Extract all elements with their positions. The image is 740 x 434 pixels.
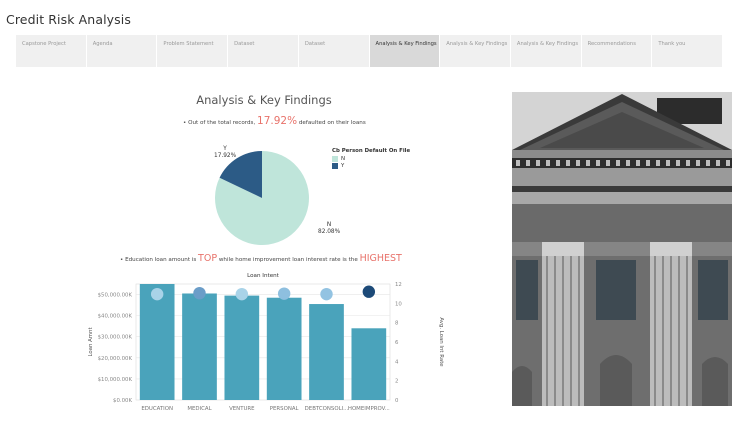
pie-slices bbox=[214, 151, 309, 245]
bar-debtconsoli[interactable] bbox=[309, 304, 344, 400]
legend-item-y[interactable]: Y bbox=[332, 163, 410, 169]
pie-label-y-pct: 17.92% bbox=[214, 153, 237, 159]
y-tick-label: $10,000.00K bbox=[98, 377, 133, 383]
building-photo bbox=[512, 92, 732, 406]
tab-problem-statement[interactable]: Problem Statement bbox=[157, 35, 228, 67]
tab-analysis-key-findings-1[interactable]: Analysis & Key Findings bbox=[369, 35, 440, 67]
x-tick-label: DEBTCONSOLI... bbox=[305, 406, 349, 412]
tab-dataset-2[interactable]: Dataset bbox=[298, 35, 369, 67]
y-tick-label: $50,000.00K bbox=[98, 293, 133, 299]
note2-before: • Education loan amount is bbox=[120, 257, 199, 263]
bar-education[interactable] bbox=[139, 284, 175, 400]
x-tick-label: EDUCATION bbox=[141, 406, 173, 412]
rate-marker[interactable] bbox=[150, 287, 164, 301]
loan-intent-note: • Education loan amount is TOP while hom… bbox=[120, 253, 402, 264]
y2-tick-label: 10 bbox=[395, 301, 402, 307]
pie-label-y: Y 17.92% bbox=[214, 146, 236, 160]
pie-legend: Cb Person Default On File N Y bbox=[332, 148, 410, 170]
rate-marker[interactable] bbox=[277, 287, 291, 300]
note1-before: • Out of the total records, bbox=[183, 120, 258, 126]
legend-label-n: N bbox=[341, 156, 346, 162]
bar-chart-marks: Loan Intent $0.00K $10,000.00K $20,000.00K $… bbox=[88, 273, 444, 412]
pie-label-n-pct: 82.08% bbox=[318, 229, 341, 235]
bar-personal[interactable] bbox=[266, 297, 302, 400]
rate-marker[interactable] bbox=[193, 286, 206, 300]
legend-swatch-n bbox=[332, 156, 338, 162]
tab-agenda[interactable]: Agenda bbox=[86, 35, 157, 67]
legend-label-y: Y bbox=[341, 163, 345, 169]
rate-marker[interactable] bbox=[362, 285, 376, 298]
legend-item-n[interactable]: N bbox=[332, 156, 410, 162]
y-tick-label: $40,000.00K bbox=[98, 314, 133, 320]
y2-tick-label: 8 bbox=[395, 321, 399, 327]
story-tab-bar: Capstone Project Agenda Problem Statemen… bbox=[16, 35, 723, 67]
pie-label-n: N 82.08% bbox=[318, 222, 340, 236]
note1-highlight: 17.92% bbox=[257, 115, 298, 127]
x-tick-label: VENTURE bbox=[229, 406, 255, 412]
bar-venture[interactable] bbox=[224, 295, 260, 400]
tab-analysis-key-findings-3[interactable]: Analysis & Key Findings bbox=[510, 35, 581, 67]
y2-axis-title: Avg. Loan Int Rate bbox=[438, 317, 444, 367]
bar-chart-title: Loan Intent bbox=[247, 273, 280, 279]
note2-highlight-top: TOP bbox=[198, 253, 218, 264]
x-tick-label: MEDICAL bbox=[187, 406, 211, 412]
x-tick-label: PERSONAL bbox=[270, 406, 299, 412]
app-title: Credit Risk Analysis bbox=[6, 12, 131, 27]
y-tick-label: $0.00K bbox=[113, 398, 132, 404]
bar-homeimprov[interactable] bbox=[351, 328, 387, 400]
y2-tick-label: 12 bbox=[395, 282, 402, 288]
y2-tick-label: 0 bbox=[395, 398, 399, 404]
note1-after: defaulted on their loans bbox=[297, 120, 366, 126]
note2-highlight-highest: HIGHEST bbox=[359, 253, 402, 264]
loan-intent-bar-chart[interactable]: Loan Intent $0.00K $10,000.00K $20,000.00K $… bbox=[80, 270, 460, 420]
tab-dataset-1[interactable]: Dataset bbox=[228, 35, 298, 67]
pie-label-n-name: N bbox=[326, 222, 332, 228]
y2-tick-label: 2 bbox=[395, 379, 398, 385]
y2-tick-label: 6 bbox=[395, 340, 399, 346]
tab-analysis-key-findings-2[interactable]: Analysis & Key Findings bbox=[440, 35, 510, 67]
legend-swatch-y bbox=[332, 163, 338, 169]
y-tick-label: $20,000.00K bbox=[98, 356, 133, 362]
section-title: Analysis & Key Findings bbox=[196, 93, 332, 107]
tab-thank-you[interactable]: Thank you bbox=[652, 35, 723, 67]
pie-label-y-name: Y bbox=[223, 146, 227, 152]
y-axis-title: Loan Amnt bbox=[88, 327, 94, 356]
y2-tick-label: 4 bbox=[395, 359, 399, 365]
rate-marker[interactable] bbox=[235, 287, 249, 301]
default-rate-note: • Out of the total records, 17.92% defau… bbox=[183, 115, 366, 127]
rate-marker[interactable] bbox=[320, 287, 333, 301]
legend-title: Cb Person Default On File bbox=[332, 148, 411, 154]
note2-middle: while home improvement loan interest rat… bbox=[217, 257, 360, 263]
x-tick-label: HOMEIMPROV... bbox=[348, 406, 390, 412]
bar-medical[interactable] bbox=[182, 293, 217, 400]
tab-capstone-project[interactable]: Capstone Project bbox=[16, 35, 86, 67]
tab-recommendations[interactable]: Recommendations bbox=[581, 35, 652, 67]
y-tick-label: $30,000.00K bbox=[98, 335, 133, 341]
